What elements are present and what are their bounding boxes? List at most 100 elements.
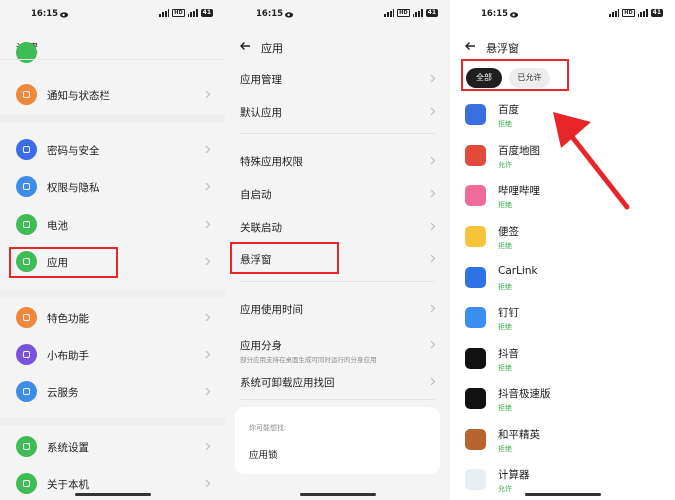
red-pointer-arrow-icon [553, 112, 630, 210]
chevron-right-icon [430, 340, 436, 349]
signal-icon-2 [187, 9, 198, 17]
settings-item-label: 关于本机 [47, 479, 89, 491]
divider [240, 399, 435, 400]
group-divider [0, 417, 225, 425]
settings-item-label: 特色功能 [47, 313, 89, 325]
back-arrow-icon[interactable] [239, 41, 251, 51]
status-time: 16:15 [31, 9, 59, 19]
highlight-box-floating-window [230, 242, 339, 274]
app-permission-status: 拒绝 [498, 364, 512, 372]
page-title: 悬浮窗 [486, 42, 519, 55]
battery-level: 41 [425, 9, 438, 17]
divider [0, 59, 225, 60]
app-row[interactable]: 和平精英 拒绝 [450, 421, 675, 459]
app-permission-status: 允许 [498, 161, 512, 169]
chevron-right-icon [205, 257, 211, 266]
app-settings-item[interactable]: 应用使用时间 [225, 294, 450, 324]
settings-item[interactable]: 电池 [0, 210, 225, 240]
group-divider [0, 290, 225, 298]
phone-info-icon [16, 473, 37, 494]
status-time: 16:15 [256, 9, 284, 19]
settings-item-label: 通知与状态栏 [47, 90, 110, 102]
chevron-right-icon [205, 90, 211, 99]
group-divider [0, 115, 225, 123]
divider [240, 133, 435, 134]
app-row[interactable]: 抖音 拒绝 [450, 340, 675, 378]
status-bar: 16:15 HD 41 [0, 9, 225, 21]
settings-item-label: 权限与隐私 [47, 182, 100, 194]
assistant-icon [16, 344, 37, 365]
battery-level: 41 [650, 9, 663, 17]
status-time: 16:15 [481, 9, 509, 19]
settings-item-label: 密码与安全 [47, 145, 100, 157]
app-settings-item[interactable]: 应用分身 部分应用支持在桌面生成可同时运行的分身应用 [225, 330, 450, 366]
signal-icon-2 [637, 9, 648, 17]
hd-badge: HD [622, 9, 635, 17]
settings-item[interactable]: 密码与安全 [0, 135, 225, 165]
settings-item[interactable]: 云服务 [0, 377, 225, 407]
home-indicator [299, 493, 376, 496]
settings-item[interactable]: 特色功能 [0, 303, 225, 333]
app-permission-status: 拒绝 [498, 242, 512, 250]
app-row[interactable]: 便签 拒绝 [450, 218, 675, 256]
system-settings-icon [16, 436, 37, 457]
app-settings-item[interactable]: 系统可卸载应用找回 [225, 367, 450, 397]
settings-item-label: 小布助手 [47, 350, 89, 362]
dingtalk-icon [465, 307, 486, 328]
app-settings-item-label: 应用分身 [240, 340, 282, 352]
app-permission-status: 拒绝 [498, 323, 512, 331]
baidu-map-icon [465, 145, 486, 166]
app-name: 抖音极速版 [498, 388, 551, 400]
signal-icon [159, 9, 170, 17]
app-settings-item[interactable]: 应用管理 [225, 64, 450, 94]
notes-icon [465, 226, 486, 247]
highlight-box-filters [461, 59, 569, 91]
status-bar: 16:15 HD 41 [450, 9, 675, 21]
chevron-right-icon [430, 304, 436, 313]
chevron-right-icon [205, 313, 211, 322]
home-indicator [524, 493, 601, 496]
app-settings-item[interactable]: 关联启动 [225, 212, 450, 242]
settings-item[interactable]: 通知与状态栏 [0, 80, 225, 110]
settings-item[interactable]: 小布助手 [0, 340, 225, 370]
chevron-right-icon [205, 220, 211, 229]
settings-item[interactable]: 系统设置 [0, 432, 225, 462]
page-title: 应用 [261, 42, 283, 55]
app-settings-item[interactable]: 自启动 [225, 179, 450, 209]
app-settings-item[interactable]: 默认应用 [225, 97, 450, 127]
suggestion-item[interactable]: 应用锁 [249, 447, 278, 461]
signal-icon [384, 9, 395, 17]
app-row[interactable]: 钉钉 拒绝 [450, 299, 675, 337]
calculator-icon [465, 469, 486, 490]
chevron-right-icon [430, 377, 436, 386]
chevron-right-icon [430, 74, 436, 83]
app-permission-status: 允许 [498, 485, 512, 493]
app-name: 抖音 [498, 348, 519, 360]
app-settings-item[interactable]: 特殊应用权限 [225, 146, 450, 176]
home-indicator [74, 493, 151, 496]
hd-badge: HD [397, 9, 410, 17]
douyin-icon [465, 348, 486, 369]
app-name: 哔哩哔哩 [498, 185, 540, 197]
app-settings-item-label: 自启动 [240, 189, 272, 201]
shield-icon [16, 139, 37, 160]
eye-icon [16, 176, 37, 197]
app-row[interactable]: 抖音极速版 拒绝 [450, 380, 675, 418]
suggestion-heading: 你可能想找: [249, 424, 287, 432]
weibo-icon [285, 12, 294, 18]
douyin-lite-icon [465, 388, 486, 409]
back-arrow-icon[interactable] [464, 41, 476, 51]
app-permission-status: 拒绝 [498, 283, 512, 291]
settings-item-label: 系统设置 [47, 442, 89, 454]
app-name: 计算器 [498, 469, 530, 481]
signal-icon-2 [412, 9, 423, 17]
settings-item[interactable]: 权限与隐私 [0, 172, 225, 202]
chevron-right-icon [205, 182, 211, 191]
bell-icon [16, 84, 37, 105]
carlink-icon [465, 267, 486, 288]
app-row[interactable]: CarLink 拒绝 [450, 259, 675, 297]
status-bar: 16:15 HD 41 [225, 9, 450, 21]
peace-elite-icon [465, 429, 486, 450]
chevron-right-icon [205, 145, 211, 154]
suggestion-card: 你可能想找: 应用锁 [235, 407, 440, 474]
